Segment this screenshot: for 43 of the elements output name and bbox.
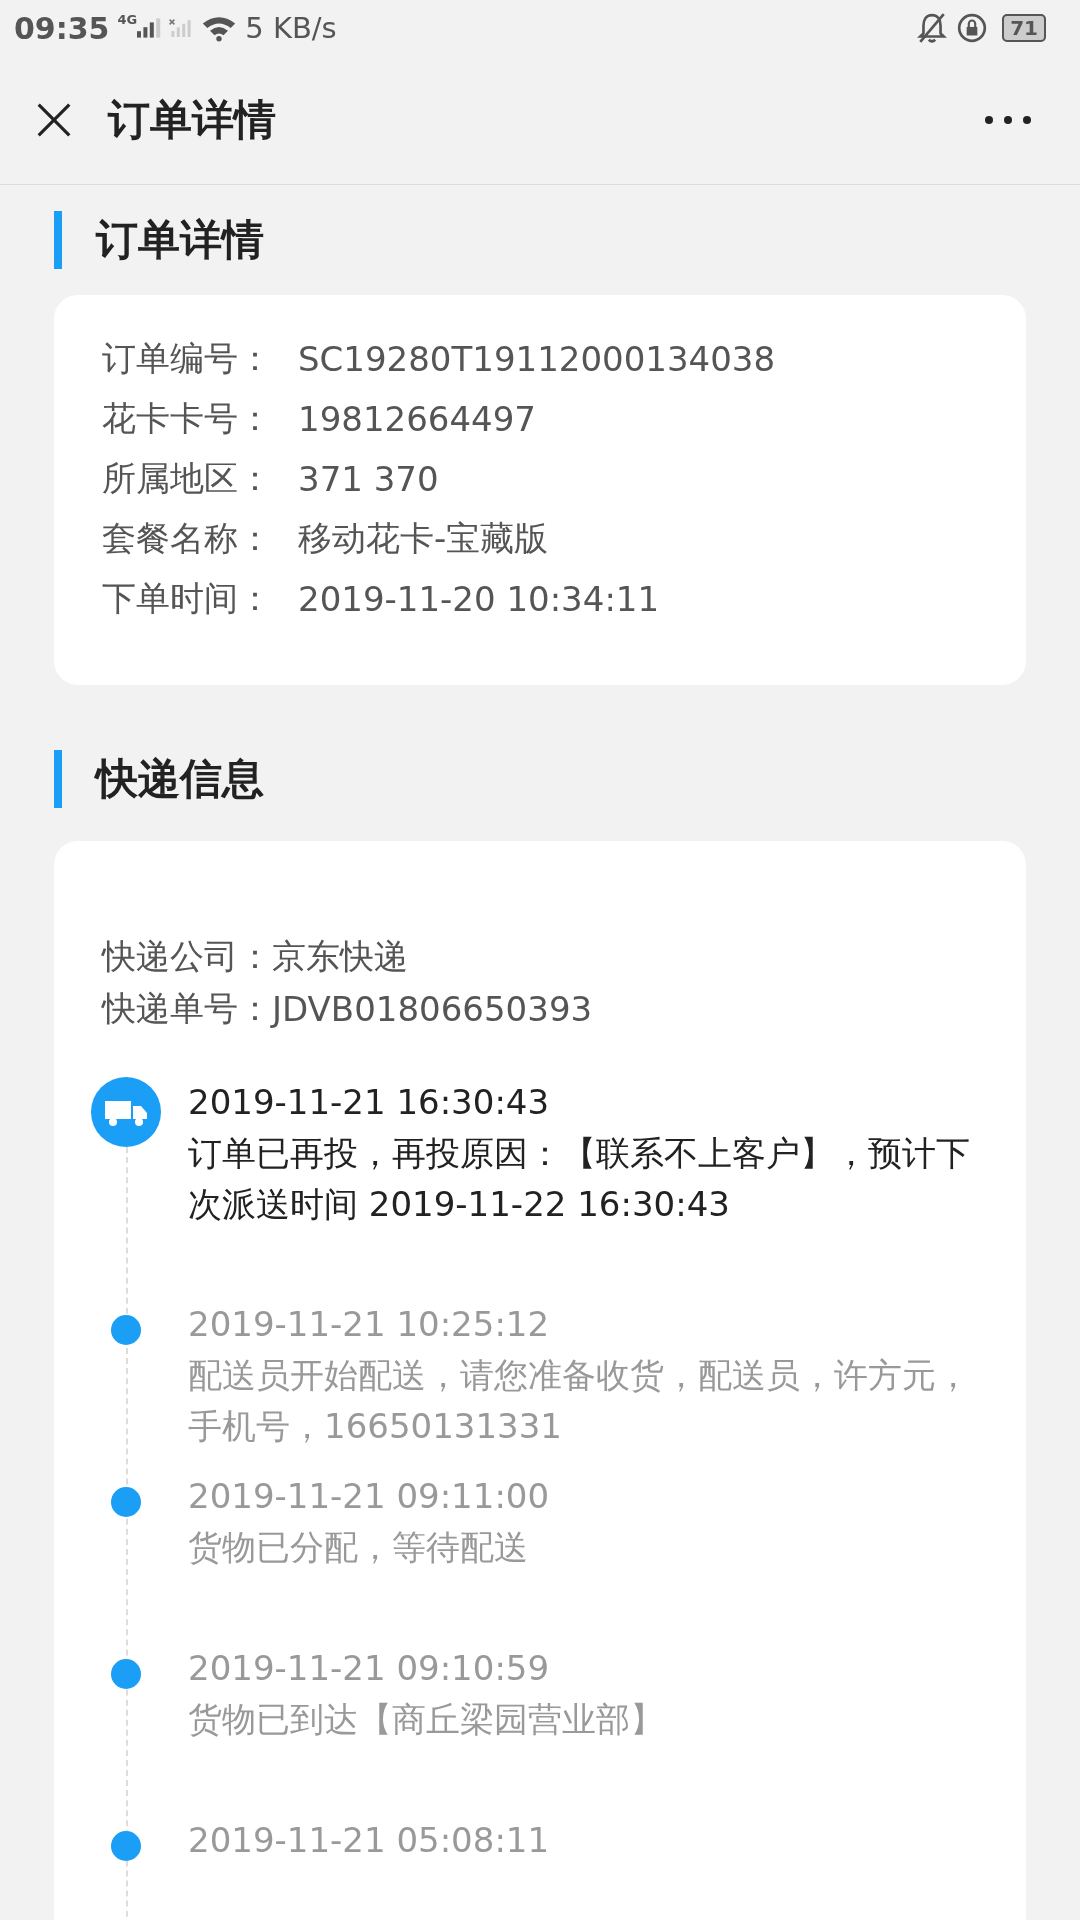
event-time: 2019-11-21 05:08:11 (188, 1819, 551, 1862)
field-value: JDVB01806650393 (272, 989, 593, 1029)
event-time: 2019-11-21 16:30:43 (188, 1081, 551, 1124)
timeline-dot (111, 1831, 141, 1861)
event-time: 2019-11-21 10:25:12 (188, 1303, 551, 1346)
field-value: 371 370 (298, 459, 439, 499)
field-label: 下单时间： (102, 577, 273, 620)
section-accent (54, 750, 62, 808)
field-label: 订单编号： (102, 337, 273, 380)
status-time: 09:35 (14, 10, 110, 46)
event-description: 配送员开始配送，请您准备收货，配送员，许方元，手机号，16650131331 (188, 1354, 971, 1448)
network-speed: 5 KB/s (245, 11, 337, 45)
wifi-icon (201, 14, 238, 42)
field-value: 2019-11-20 10:34:11 (298, 579, 660, 619)
section-title: 快递信息 (96, 753, 264, 805)
timeline-dot (111, 1315, 141, 1345)
field-value: SC19280T19112000134038 (298, 339, 776, 379)
field-label: 快递公司： (102, 935, 272, 978)
timeline-dot (111, 1487, 141, 1517)
more-icon[interactable] (984, 115, 1032, 125)
event-description: 货物已到达【商丘梁园营业部】 (188, 1698, 665, 1741)
field-value: 19812664497 (298, 399, 536, 439)
battery-level: 71 (1002, 14, 1046, 42)
field-label: 套餐名称： (102, 517, 273, 560)
event-time: 2019-11-21 09:11:00 (188, 1475, 551, 1518)
field-value: 移动花卡-宝藏版 (298, 517, 549, 560)
event-description: 货物已分配，等待配送 (188, 1526, 529, 1569)
section-title: 订单详情 (96, 214, 264, 266)
no-signal-icon (169, 17, 194, 39)
page-title: 订单详情 (108, 94, 276, 146)
event-description: 订单已再投，再投原因：【联系不上客户】，预计下次派送时间 2019-11-22 16:30:43 (188, 1132, 971, 1226)
signal-icon (137, 17, 162, 39)
rotation-lock-icon (956, 12, 989, 44)
timeline-dot (111, 1659, 141, 1689)
field-label: 花卡卡号： (102, 397, 273, 440)
muted-bell-icon (916, 12, 949, 44)
event-time: 2019-11-21 09:10:59 (188, 1647, 551, 1690)
section-accent (54, 211, 62, 269)
network-type: 4G (117, 12, 138, 27)
close-icon[interactable] (36, 102, 72, 138)
field-value: 京东快递 (272, 935, 408, 978)
truck-icon (91, 1077, 161, 1147)
field-label: 所属地区： (102, 457, 273, 500)
